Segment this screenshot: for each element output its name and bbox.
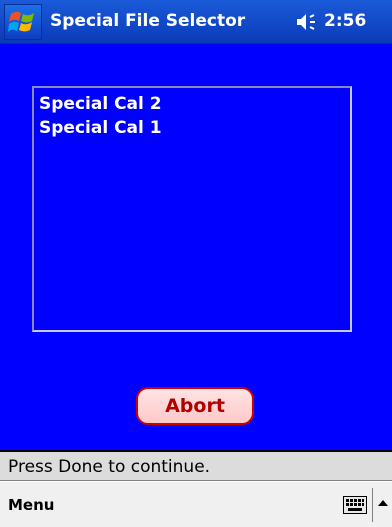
list-item[interactable]: Special Cal 1: [38, 116, 346, 140]
start-button[interactable]: [4, 4, 42, 40]
menu-button[interactable]: Menu: [8, 496, 54, 514]
title-bar: Special File Selector 2:56: [0, 0, 392, 44]
windows-flag-icon: [8, 11, 34, 32]
file-list[interactable]: Special Cal 2 Special Cal 1: [32, 86, 352, 332]
main-content: Special Cal 2 Special Cal 1 Abort: [0, 44, 392, 450]
list-item[interactable]: Special Cal 2: [38, 92, 346, 116]
menu-bar: Menu: [0, 481, 392, 527]
menu-divider: [372, 488, 373, 522]
status-bar: Press Done to continue.: [0, 450, 392, 481]
window-title: Special File Selector: [50, 11, 246, 31]
status-text: Press Done to continue.: [8, 457, 211, 477]
clock[interactable]: 2:56: [324, 11, 366, 31]
speaker-icon[interactable]: [296, 13, 320, 31]
abort-button[interactable]: Abort: [136, 387, 254, 425]
keyboard-icon[interactable]: [343, 496, 367, 514]
up-arrow-icon[interactable]: [377, 497, 389, 509]
